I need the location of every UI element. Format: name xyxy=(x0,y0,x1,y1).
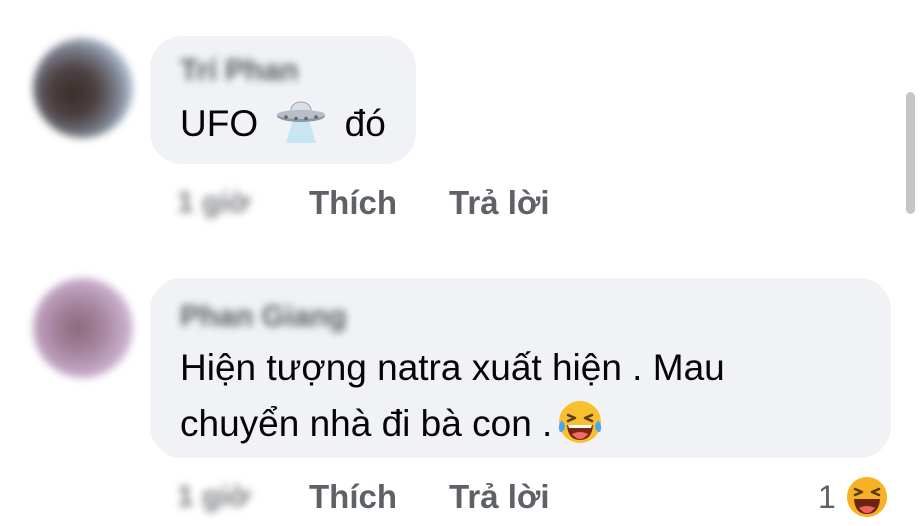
comment-text-line: Hiện tượng natra xuất hiện . Mau xyxy=(180,347,725,388)
comment-text-part: UFO xyxy=(180,103,259,144)
reaction-count: 1 xyxy=(818,478,836,515)
like-button[interactable]: Thích xyxy=(309,184,397,222)
comment-author-name[interactable]: Phan Giang xyxy=(180,300,347,334)
scrollbar[interactable] xyxy=(906,92,915,214)
comment-bubble: Trí Phan UFO đó xyxy=(150,36,416,164)
comment-text-line-wrap: chuyển nhà đi bà con . xyxy=(180,396,725,452)
comment-timestamp[interactable]: 1 giờ xyxy=(177,480,267,514)
comment-text: Hiện tượng natra xuất hiện . Mau chuyển … xyxy=(180,340,725,452)
comment-actions: 1 giờ Thích Trả lời xyxy=(177,178,550,228)
comment-text-part: đó xyxy=(344,103,386,144)
comment-author-name[interactable]: Trí Phan xyxy=(180,54,298,88)
comment-text: UFO đó xyxy=(180,96,386,152)
like-button[interactable]: Thích xyxy=(309,478,397,516)
comment-actions: 1 giờ Thích Trả lời xyxy=(177,472,550,522)
avatar[interactable] xyxy=(33,278,133,378)
comment-timestamp[interactable]: 1 giờ xyxy=(177,186,267,220)
haha-reaction-icon xyxy=(844,474,890,520)
reaction-summary[interactable]: 1 xyxy=(818,472,890,522)
comment-bubble: Phan Giang Hiện tượng natra xuất hiện . … xyxy=(150,278,891,458)
reply-button[interactable]: Trả lời xyxy=(449,184,550,222)
reply-button[interactable]: Trả lời xyxy=(449,478,550,516)
ufo-icon xyxy=(274,100,328,144)
comment-text-line: chuyển nhà đi bà con . xyxy=(180,403,553,444)
avatar[interactable] xyxy=(33,38,133,138)
laughing-tears-icon xyxy=(556,398,604,446)
